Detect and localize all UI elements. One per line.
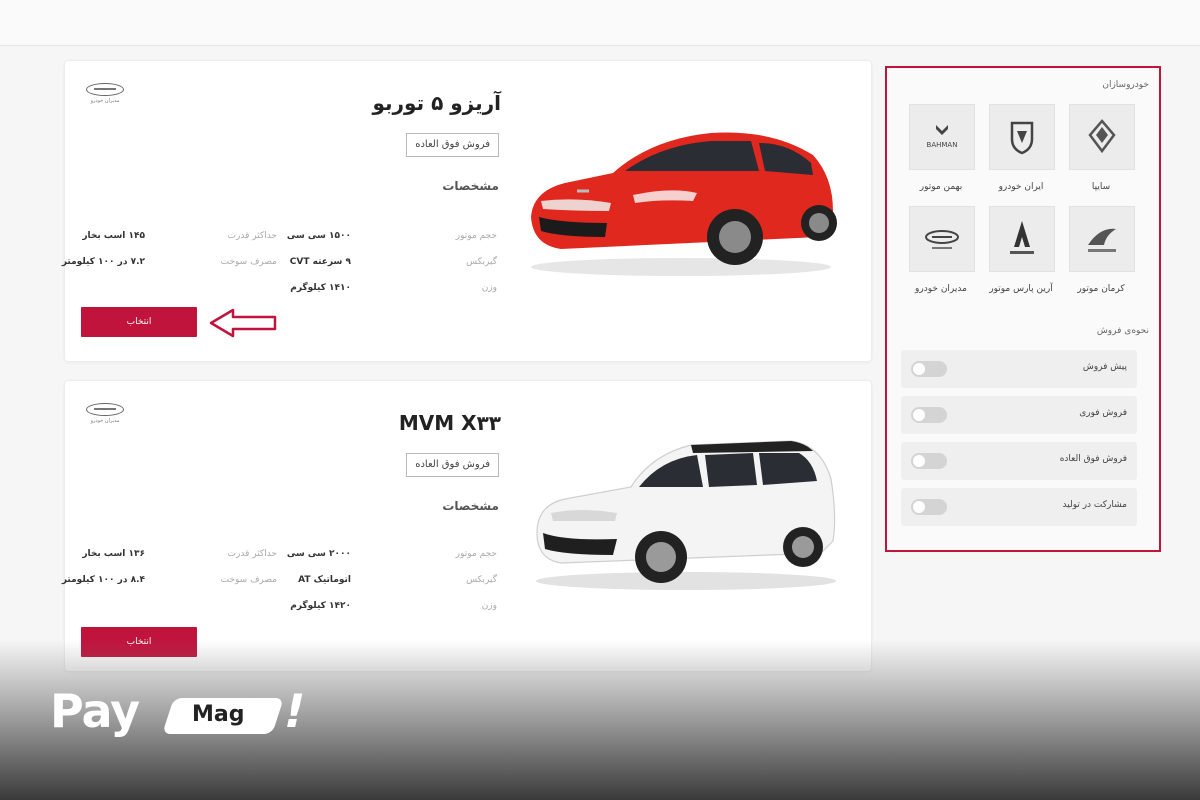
spec-value: ۱۴۱۰ کیلوگرم [290, 283, 351, 293]
brand-tile-bahman[interactable]: BAHMAN [909, 104, 975, 170]
spec-label: مصرف سوخت [220, 257, 277, 267]
brand-tile-arian-pars[interactable] [989, 206, 1055, 272]
logo-pay-text: Pay [50, 684, 140, 738]
toggle-switch[interactable] [911, 361, 947, 377]
spec-value: ۷.۲ در ۱۰۰ کیلومتر [61, 257, 145, 267]
brand-label: آرین پارس موتور [989, 284, 1053, 294]
saipa-logo-icon [1088, 119, 1116, 154]
brand-tile-kerman-motor[interactable] [1069, 206, 1135, 272]
specs-heading: مشخصات [442, 179, 499, 193]
logo-mag-text: Mag [192, 702, 245, 727]
brand-label: ایران خودرو [998, 182, 1044, 192]
modiran-logo-icon [925, 230, 959, 249]
sale-type-row-instant: فروش فوری [901, 396, 1137, 434]
brand-label: سایپا [1091, 182, 1111, 192]
spec-label: گیربکس [466, 575, 497, 585]
car-card-mvm: مدیران خودرو MVM X۳۳ فروش فوق العاده مشخ… [61, 380, 872, 672]
brands-title: خودروسازان [1102, 80, 1149, 90]
spec-value: ۱۴۲۰ کیلوگرم [290, 601, 351, 611]
filter-panel: خودروسازان BAHMAN سایپا ایران خودرو بهمن… [885, 66, 1161, 552]
toggle-label: فروش فوق العاده [1059, 454, 1127, 464]
arrow-left-icon [209, 308, 277, 338]
bahman-logo-icon: BAHMAN [927, 125, 958, 149]
sale-type-tag: فروش فوق العاده [406, 453, 499, 477]
car-title: آریزو ۵ توربو [372, 91, 501, 115]
toggle-label: فروش فوری [1079, 408, 1127, 418]
arian-pars-logo-icon [1010, 221, 1034, 254]
spec-value: ۱۴۵ اسب بخار [82, 231, 145, 241]
specs-heading: مشخصات [442, 499, 499, 513]
sale-type-title: نحوه‌ی فروش [1096, 326, 1149, 336]
car-title: MVM X۳۳ [398, 411, 501, 435]
spec-value: ۱۵۰۰ سی سی [286, 231, 351, 241]
brand-label: مدیران خودرو [915, 284, 967, 294]
svg-text:BAHMAN: BAHMAN [927, 141, 958, 149]
sale-type-tag: فروش فوق العاده [406, 133, 499, 157]
kerman-motor-logo-icon [1088, 228, 1116, 252]
brand-tile-iran-khodro[interactable] [989, 104, 1055, 170]
toggle-switch[interactable] [911, 499, 947, 515]
spec-label: وزن [481, 283, 497, 293]
toggle-switch[interactable] [911, 407, 947, 423]
spec-value: ۸.۴ در ۱۰۰ کیلومتر [61, 575, 145, 585]
modiran-logo-icon: مدیران خودرو [85, 83, 125, 109]
brand-tile-modiran[interactable] [909, 206, 975, 272]
spec-value: ۹ سرعته CVT [289, 257, 351, 267]
top-bar [0, 0, 1200, 46]
sale-type-row-presale: پیش فروش [901, 350, 1137, 388]
spec-label: حداکثر قدرت [227, 231, 277, 241]
modiran-logo-icon: مدیران خودرو [85, 403, 125, 429]
spec-value: ۱۳۶ اسب بخار [82, 549, 145, 559]
select-button[interactable]: انتخاب [81, 307, 197, 337]
brand-tile-saipa[interactable] [1069, 104, 1135, 170]
toggle-label: پیش فروش [1082, 362, 1127, 372]
spec-value: اتوماتیک AT [298, 575, 351, 585]
car-image-arrizo [531, 132, 837, 276]
spec-label: حجم موتور [455, 231, 497, 241]
spec-label: مصرف سوخت [220, 575, 277, 585]
iran-khodro-logo-icon [1010, 121, 1034, 155]
car-card-arrizo: مدیران خودرو آریزو ۵ توربو فروش فوق العا… [61, 60, 872, 362]
spec-label: گیربکس [466, 257, 497, 267]
brand-label: بهمن موتور [919, 182, 963, 192]
sale-type-row-special: فروش فوق العاده [901, 442, 1137, 480]
spec-label: وزن [481, 601, 497, 611]
spec-label: حداکثر قدرت [227, 549, 277, 559]
sale-type-row-partnership: مشارکت در تولید [901, 488, 1137, 526]
toggle-switch[interactable] [911, 453, 947, 469]
spec-label: حجم موتور [455, 549, 497, 559]
car-image-mvm [536, 440, 836, 590]
brand-label: کرمان موتور [1077, 284, 1125, 294]
toggle-label: مشارکت در تولید [1062, 500, 1127, 510]
spec-value: ۲۰۰۰ سی سی [286, 549, 351, 559]
